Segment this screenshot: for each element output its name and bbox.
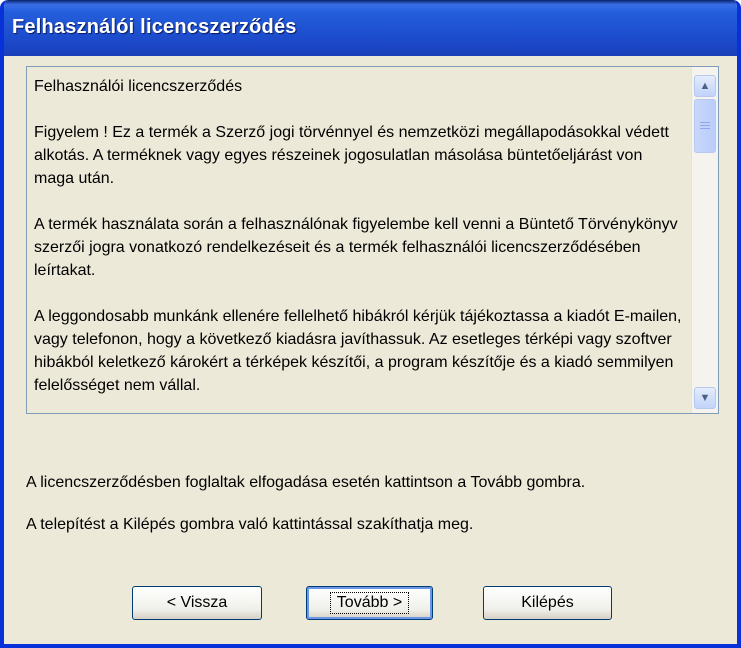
window-title: Felhasználói licencszerződés — [12, 16, 297, 38]
license-heading: Felhasználói licencszerződés — [34, 78, 243, 95]
license-text-box[interactable]: Felhasználói licencszerződés Figyelem ! … — [26, 66, 719, 414]
scrollbar-thumb[interactable] — [694, 99, 716, 153]
exit-button[interactable]: Kilépés — [483, 586, 612, 620]
license-paragraph: A leggondosabb munkánk ellenére fellelhe… — [34, 308, 682, 394]
next-button[interactable]: Tovább > — [306, 586, 433, 620]
license-text-content: Felhasználói licencszerződés Figyelem ! … — [27, 67, 691, 413]
grip-icon — [700, 121, 710, 131]
scroll-up-button[interactable]: ▲ — [694, 75, 716, 97]
accept-instruction: A licencszerződésben foglaltak elfogadás… — [26, 474, 586, 491]
next-button-label: Tovább > — [329, 592, 410, 614]
license-paragraph: Figyelem ! Ez a termék a Szerző jogi tör… — [34, 124, 669, 187]
scroll-down-button[interactable]: ▼ — [694, 387, 716, 409]
chevron-up-icon: ▲ — [699, 80, 711, 92]
exit-instruction: A telepítést a Kilépés gombra való katti… — [26, 516, 474, 533]
chevron-down-icon: ▼ — [699, 392, 711, 404]
license-paragraph: A termék használata során a felhasználón… — [34, 216, 678, 279]
vertical-scrollbar[interactable]: ▲ ▼ — [691, 67, 718, 413]
title-bar[interactable]: Felhasználói licencszerződés — [4, 0, 737, 56]
back-button[interactable]: < Vissza — [132, 586, 262, 620]
installer-window: Felhasználói licencszerződés Felhasználó… — [0, 0, 741, 648]
